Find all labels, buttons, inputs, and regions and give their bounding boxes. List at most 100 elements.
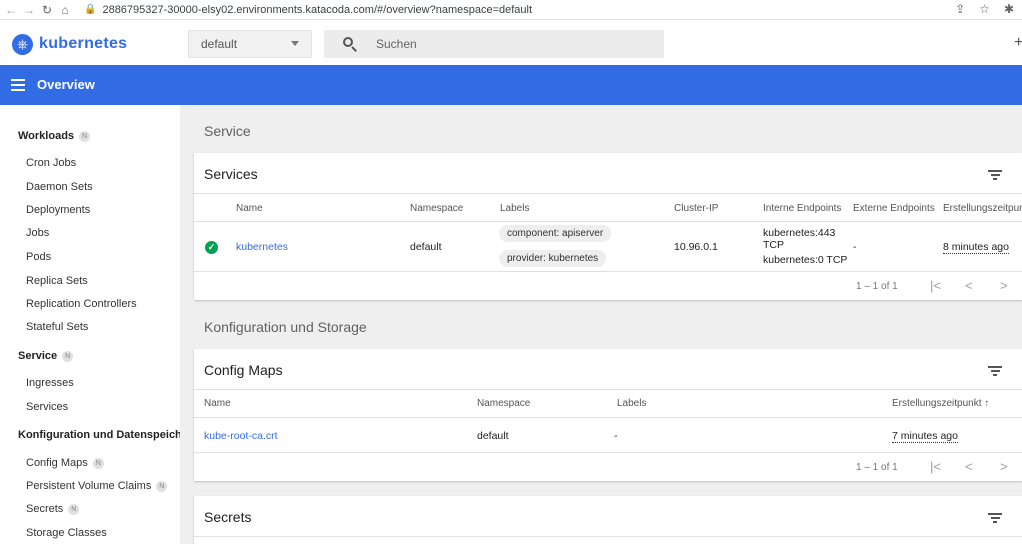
- internal-endpoint: kubernetes:0 TCP: [763, 254, 848, 266]
- external-endpoints: -: [853, 241, 857, 253]
- chevron-down-icon: [291, 41, 299, 46]
- divider: [194, 221, 1022, 222]
- filter-icon[interactable]: [988, 170, 1002, 180]
- section-title-service: Service: [204, 123, 251, 139]
- sidebar-section-label: Service: [18, 350, 58, 362]
- label-chip: component: apiserver: [499, 225, 612, 242]
- divider: [194, 271, 1022, 272]
- lock-icon: 🔒: [84, 4, 97, 15]
- sidebar-item-ingresses[interactable]: Ingresses: [26, 377, 74, 389]
- sidebar-item-deployments[interactable]: Deployments: [26, 204, 90, 216]
- sidebar-item-jobs[interactable]: Jobs: [26, 227, 49, 239]
- sidebar-item-replica-sets[interactable]: Replica Sets: [26, 275, 88, 287]
- search-input[interactable]: Suchen: [324, 30, 664, 58]
- column-header-name[interactable]: Name: [236, 203, 263, 214]
- column-header-label: Erstellungszeitpunkt: [892, 398, 982, 409]
- service-namespace: default: [410, 241, 442, 253]
- next-page-icon[interactable]: >: [1000, 459, 1008, 474]
- configmap-name-link[interactable]: kube-root-ca.crt: [204, 430, 278, 442]
- config-maps-card: Config Maps Name Namespace Labels Erstel…: [194, 349, 1022, 481]
- column-header-cluster-ip: Cluster-IP: [674, 203, 719, 214]
- sidebar-section-workloads[interactable]: Workloads N: [18, 130, 91, 142]
- app-header: ⎈ kubernetes default Suchen +: [0, 20, 1022, 65]
- sidebar-item-services[interactable]: Services: [26, 401, 68, 413]
- sidebar-item-label: Config Maps: [26, 457, 88, 469]
- sidebar-item-daemon-sets[interactable]: Daemon Sets: [26, 181, 93, 193]
- first-page-icon[interactable]: |<: [930, 459, 941, 474]
- namespaced-badge: N: [156, 481, 168, 492]
- next-page-icon[interactable]: >: [1000, 278, 1008, 293]
- internal-endpoint-protocol: TCP: [763, 239, 784, 251]
- sidebar-item-persistent-volume-claims[interactable]: Persistent Volume Claims N: [26, 480, 168, 492]
- sidebar-item-replication-controllers[interactable]: Replication Controllers: [26, 298, 137, 310]
- sidebar-item-cron-jobs[interactable]: Cron Jobs: [26, 157, 76, 169]
- filter-icon[interactable]: [988, 366, 1002, 376]
- url-bar[interactable]: 2886795327-30000-elsy02.environments.kat…: [102, 4, 532, 16]
- column-header-internal-endpoints: Interne Endpoints: [763, 203, 842, 214]
- column-header-labels: Labels: [617, 398, 647, 409]
- sidebar-item-pods[interactable]: Pods: [26, 251, 51, 263]
- column-header-labels: Labels: [500, 203, 530, 214]
- divider: [194, 452, 1022, 453]
- divider: [194, 417, 1022, 418]
- sidebar-item-stateful-sets[interactable]: Stateful Sets: [26, 321, 88, 333]
- check-circle-icon: ✓: [205, 241, 218, 254]
- first-page-icon[interactable]: |<: [930, 278, 941, 293]
- services-card: Services Name Namespace Labels Cluster-I…: [194, 153, 1022, 300]
- column-header-namespace[interactable]: Namespace: [477, 398, 530, 409]
- created-time: 8 minutes ago: [943, 241, 1009, 254]
- secrets-card: Secrets: [194, 496, 1022, 544]
- sidebar-item-secrets[interactable]: Secrets N: [26, 503, 80, 515]
- home-icon[interactable]: ⌂: [56, 3, 74, 17]
- cluster-ip: 10.96.0.1: [674, 241, 718, 253]
- bookmark-star-icon[interactable]: ☆: [979, 2, 990, 16]
- created-time: 7 minutes ago: [892, 430, 958, 443]
- page-title: Overview: [37, 77, 95, 92]
- configmap-namespace: default: [477, 430, 509, 442]
- sidebar-section-service[interactable]: Service N: [18, 350, 74, 362]
- create-plus-icon[interactable]: +: [1014, 34, 1022, 52]
- back-icon[interactable]: ←: [2, 3, 20, 17]
- main-content: Service Services Name Namespace Labels C…: [180, 105, 1022, 544]
- namespaced-badge: N: [92, 458, 104, 469]
- brand-name[interactable]: kubernetes: [39, 35, 127, 53]
- divider: [194, 193, 1022, 194]
- pagination-range: 1 – 1 of 1: [856, 281, 898, 292]
- forward-icon[interactable]: →: [20, 3, 38, 17]
- sidebar-section-label: Workloads: [18, 130, 75, 142]
- divider: [194, 536, 1022, 537]
- page-toolbar: Overview: [0, 65, 1022, 105]
- namespace-select[interactable]: default: [188, 30, 312, 58]
- reload-icon[interactable]: ↻: [38, 3, 56, 17]
- card-title: Secrets: [204, 509, 252, 525]
- sidebar-item-label: Secrets: [26, 503, 64, 515]
- sidebar: Workloads N Cron Jobs Daemon Sets Deploym…: [0, 105, 212, 544]
- column-header-created[interactable]: Erstellungszeitpunkt ↑: [892, 398, 989, 409]
- sidebar-item-storage-classes[interactable]: Storage Classes: [26, 527, 107, 539]
- browser-bar: ← → ↻ ⌂ 🔒 2886795327-30000-elsy02.enviro…: [0, 0, 1022, 20]
- divider: [194, 389, 1022, 390]
- card-title: Services: [204, 166, 258, 182]
- menu-icon[interactable]: [11, 79, 25, 91]
- filter-icon[interactable]: [988, 513, 1002, 523]
- pagination-range: 1 – 1 of 1: [856, 462, 898, 473]
- column-header-created[interactable]: Erstellungszeitpunkt: [943, 203, 1022, 214]
- previous-page-icon[interactable]: <: [965, 459, 973, 474]
- sidebar-item-label: Persistent Volume Claims: [26, 480, 152, 492]
- search-icon: [343, 37, 357, 52]
- configmap-labels: -: [614, 430, 618, 442]
- share-icon[interactable]: ⇪: [955, 2, 965, 16]
- card-title: Config Maps: [204, 362, 283, 378]
- sidebar-item-config-maps[interactable]: Config Maps N: [26, 457, 104, 469]
- service-name-link[interactable]: kubernetes: [236, 241, 288, 253]
- column-header-namespace[interactable]: Namespace: [410, 203, 463, 214]
- extensions-icon[interactable]: ✱: [1004, 2, 1014, 16]
- namespaced-badge: N: [68, 504, 80, 515]
- column-header-name[interactable]: Name: [204, 398, 231, 409]
- section-title-config-storage: Konfiguration und Storage: [204, 319, 367, 335]
- previous-page-icon[interactable]: <: [965, 278, 973, 293]
- kubernetes-logo-icon[interactable]: ⎈: [12, 34, 33, 55]
- sort-arrow-up-icon: ↑: [984, 398, 990, 409]
- namespace-value: default: [201, 37, 238, 51]
- column-header-external-endpoints: Externe Endpoints: [853, 203, 935, 214]
